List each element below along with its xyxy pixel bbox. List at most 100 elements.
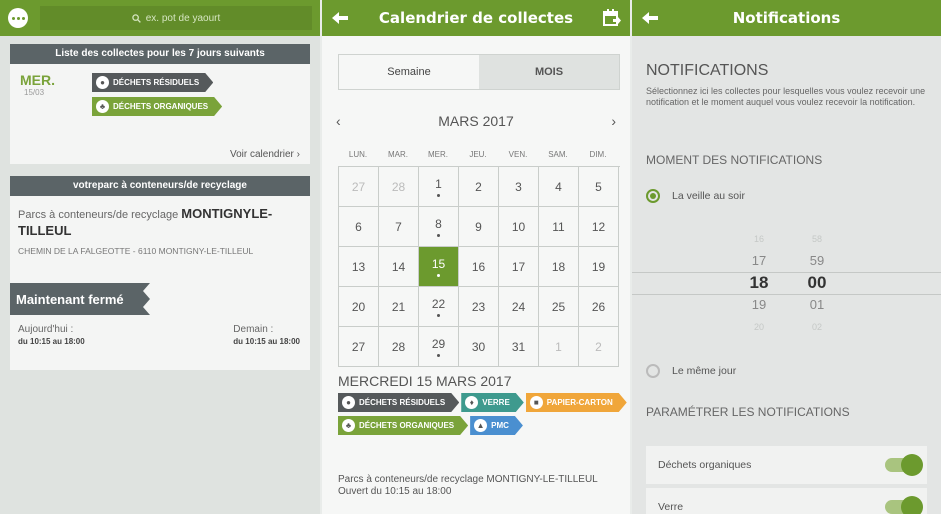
- home-panel: ex. pot de yaourt Liste des collectes po…: [0, 0, 320, 514]
- bag-icon: ●: [342, 396, 355, 409]
- calendar-day[interactable]: 4: [539, 167, 579, 207]
- collection-dot-icon: [437, 353, 440, 357]
- calendar-day[interactable]: 2: [579, 327, 619, 367]
- calendar-day[interactable]: 19: [579, 247, 619, 287]
- minute-option[interactable]: 00: [797, 272, 837, 294]
- day-number: 7: [395, 219, 402, 234]
- tab-month[interactable]: MOIS: [479, 55, 619, 89]
- parc-address: CHEMIN DE LA FALGEOTTE - 6110 MONTIGNY-L…: [18, 246, 254, 256]
- collections-header: Liste des collectes pour les 7 jours sui…: [10, 44, 310, 64]
- weekday-label: SAM.: [548, 150, 568, 159]
- voir-calendrier-link[interactable]: Voir calendrier ›: [230, 149, 300, 160]
- option-veille[interactable]: La veille au soir: [646, 189, 745, 203]
- calendar-day[interactable]: 29: [419, 327, 459, 367]
- calendar-day[interactable]: 12: [579, 207, 619, 247]
- back-button[interactable]: [632, 0, 668, 36]
- calendar-day[interactable]: 31: [499, 327, 539, 367]
- hours-tomorrow: Demain : du 10:15 au 18:00: [233, 324, 300, 348]
- calendar-day[interactable]: 17: [499, 247, 539, 287]
- calendar-day[interactable]: 28: [379, 167, 419, 207]
- hour-option[interactable]: 18: [739, 272, 779, 294]
- time-picker[interactable]: 16 17 18 19 20 58 59 00 01 02: [632, 228, 941, 338]
- menu-button[interactable]: [0, 0, 36, 36]
- collection-day-row[interactable]: MER. 15/03 ● DÉCHETS RÉSIDUELS ♣ DÉCHETS…: [10, 64, 310, 116]
- calendar-day[interactable]: 27: [339, 327, 379, 367]
- hour-option[interactable]: 19: [739, 294, 779, 316]
- parc-name[interactable]: Parcs à conteneurs/de recyclage MONTIGNY…: [10, 196, 310, 240]
- calendar-day[interactable]: 28: [379, 327, 419, 367]
- hour-option[interactable]: 16: [739, 228, 779, 250]
- export-calendar-button[interactable]: [594, 0, 630, 36]
- calendar-day[interactable]: 20: [339, 287, 379, 327]
- back-button[interactable]: [322, 0, 358, 36]
- calendar-day[interactable]: 9: [459, 207, 499, 247]
- calendar-day[interactable]: 1: [419, 167, 459, 207]
- minute-option[interactable]: 58: [797, 228, 837, 250]
- tab-week[interactable]: Semaine: [339, 55, 479, 89]
- day-number: 2: [595, 339, 602, 354]
- option-meme-jour-label: Le même jour: [672, 365, 737, 377]
- toggle-row-verre[interactable]: Verre: [646, 488, 927, 514]
- calendar-day[interactable]: 2: [459, 167, 499, 207]
- radio-unchecked-icon: [646, 364, 660, 378]
- calendar-day-selected[interactable]: 15: [419, 247, 459, 287]
- calendar-day[interactable]: 26: [579, 287, 619, 327]
- calendar-day[interactable]: 3: [499, 167, 539, 207]
- hour-option[interactable]: 17: [739, 250, 779, 272]
- picker-divider: [632, 294, 941, 295]
- bag-icon: ●: [96, 76, 109, 89]
- calendar-day[interactable]: 24: [499, 287, 539, 327]
- calendar-day[interactable]: 16: [459, 247, 499, 287]
- calendar-day[interactable]: 14: [379, 247, 419, 287]
- search-input[interactable]: ex. pot de yaourt: [40, 6, 312, 30]
- calendar-day[interactable]: 23: [459, 287, 499, 327]
- parc-prefix: Parcs à conteneurs/de recyclage: [18, 209, 179, 221]
- tag-organiques: ♣ DÉCHETS ORGANIQUES: [92, 97, 222, 116]
- calendar-day[interactable]: 22: [419, 287, 459, 327]
- picker-divider: [632, 272, 941, 273]
- collection-tag: ● DÉCHETS RÉSIDUELS: [338, 393, 459, 412]
- page-title: Calendrier de collectes: [378, 9, 574, 27]
- parc-header: votreparc à conteneurs/de recyclage: [10, 176, 310, 196]
- day-number: 4: [555, 179, 562, 194]
- minute-option[interactable]: 01: [797, 294, 837, 316]
- calendar-day[interactable]: 1: [539, 327, 579, 367]
- day-number: 27: [351, 179, 366, 194]
- search-icon: [132, 13, 141, 23]
- toggle-row-organiques[interactable]: Déchets organiques: [646, 446, 927, 484]
- calendar-day[interactable]: 27: [339, 167, 379, 207]
- calendar-day[interactable]: 7: [379, 207, 419, 247]
- status-badge: Maintenant fermé: [10, 283, 150, 315]
- calendar-day[interactable]: 8: [419, 207, 459, 247]
- calendar-day[interactable]: 11: [539, 207, 579, 247]
- calendar-day[interactable]: 13: [339, 247, 379, 287]
- today-hours: du 10:15 au 18:00: [18, 337, 85, 346]
- calendar-day[interactable]: 30: [459, 327, 499, 367]
- prev-month-button[interactable]: ‹: [336, 113, 341, 129]
- parc-card: votreparc à conteneurs/de recyclage Parc…: [10, 176, 310, 370]
- calendar-day[interactable]: 21: [379, 287, 419, 327]
- next-month-button[interactable]: ›: [611, 113, 616, 129]
- minute-option[interactable]: 59: [797, 250, 837, 272]
- calendar-day[interactable]: 6: [339, 207, 379, 247]
- radio-checked-icon: [646, 189, 660, 203]
- calendar-day[interactable]: 18: [539, 247, 579, 287]
- home-topbar: ex. pot de yaourt: [0, 0, 320, 36]
- hour-wheel[interactable]: 16 17 18 19 20: [739, 228, 779, 338]
- minute-option[interactable]: 02: [797, 316, 837, 338]
- day-number: 25: [551, 299, 566, 314]
- option-meme-jour[interactable]: Le même jour: [646, 364, 736, 378]
- day-number: 27: [351, 339, 366, 354]
- calendar-day[interactable]: 5: [579, 167, 619, 207]
- toggle-switch[interactable]: [885, 454, 923, 476]
- minute-wheel[interactable]: 58 59 00 01 02: [797, 228, 837, 338]
- toggle-switch[interactable]: [885, 496, 923, 514]
- day-number: 2: [475, 179, 482, 194]
- calendar-day[interactable]: 10: [499, 207, 539, 247]
- hour-option[interactable]: 20: [739, 316, 779, 338]
- day-number: 1: [435, 176, 442, 191]
- calendar-panel: Calendrier de collectes Semaine MOIS ‹ M…: [322, 0, 630, 514]
- day-number: 13: [351, 259, 366, 274]
- collection-tag: ♦ VERRE: [461, 393, 524, 412]
- calendar-day[interactable]: 25: [539, 287, 579, 327]
